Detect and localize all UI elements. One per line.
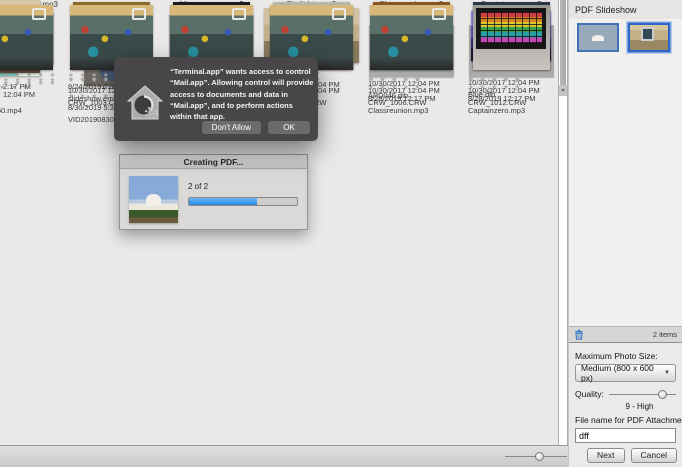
scrollbar-thumb[interactable] xyxy=(560,0,566,85)
photo-size-value: Medium (800 x 600 px) xyxy=(581,363,654,383)
star-rating[interactable]: ★ ★ ★ ★ ★ xyxy=(368,76,422,84)
quality-value: 9 - High xyxy=(625,402,654,411)
stars-row: ★ ★ ★ ★ ★ xyxy=(468,76,554,84)
media-item-image[interactable]: ★ ★ ★ ★ ★ xyxy=(361,0,461,84)
pdf-filename-input[interactable] xyxy=(575,428,676,443)
quality-slider-thumb[interactable] xyxy=(658,389,668,399)
dont-allow-button[interactable]: Don't Allow xyxy=(201,121,261,134)
image-thumbnail xyxy=(0,5,53,70)
pdf-progress-fill xyxy=(189,198,258,205)
item-meta: ★ ★ ★ ★ ★ xyxy=(368,76,454,84)
slideshow-thumbnail-area xyxy=(569,67,682,326)
automation-security-icon xyxy=(124,83,166,123)
quality-slider[interactable] xyxy=(608,389,676,399)
item-date: 10/30/2017 12:04 PM xyxy=(468,86,540,95)
item-filename: CRW_1006.CRW xyxy=(368,98,427,107)
slideshow-thumbnail-taj[interactable] xyxy=(577,23,619,52)
ok-button[interactable]: OK xyxy=(268,121,310,134)
pdf-slideshow-panel: PDF Slideshow 2 items Maximum Photo Size… xyxy=(568,0,682,467)
media-item-image[interactable]: ★ ★ ★ ★ ★ xyxy=(0,0,61,84)
slideshow-thumbnail-desk[interactable] xyxy=(628,23,670,52)
image-thumbnail xyxy=(472,5,550,70)
item-meta: ★ ★ ★ ★ ★ xyxy=(468,76,554,84)
max-photo-size-label: Maximum Photo Size: xyxy=(575,351,658,361)
scrollbar-down-icon[interactable]: ▾ xyxy=(559,85,567,96)
thumbnail-size-thumb[interactable] xyxy=(535,451,545,461)
pdf-progress-bar xyxy=(188,197,298,206)
media-item-image[interactable]: ★ ★ ★ ★ ★ xyxy=(461,0,558,84)
thumbnail-size-slider[interactable] xyxy=(505,451,567,461)
star-rating[interactable]: ★ ★ ★ ★ ★ xyxy=(468,76,522,84)
slideshow-thumbnails xyxy=(569,19,682,67)
dropdown-arrow-icon: ▼ xyxy=(664,370,670,376)
stars-row: ★ ★ ★ ★ ★ xyxy=(368,76,454,84)
item-filename: CRW_1012.CRW xyxy=(468,98,527,107)
wizard-buttons: Next Cancel xyxy=(569,443,682,467)
creating-pdf-dialog: Creating PDF... 2 of 2 xyxy=(119,154,308,230)
item-filename: Classreunion.mp3 xyxy=(368,106,429,115)
pdf-options: Maximum Photo Size: Medium (800 x 600 px… xyxy=(569,343,682,443)
star-rating[interactable]: ★ ★ ★ ★ ★ xyxy=(3,76,57,84)
status-bar xyxy=(0,445,568,467)
item-filename: Captainzero.mp3 xyxy=(468,106,526,115)
permission-dialog: “Terminal.app” wants access to control “… xyxy=(114,57,318,141)
image-thumbnail xyxy=(369,5,453,70)
cancel-button[interactable]: Cancel xyxy=(630,447,677,463)
photo-size-select[interactable]: Medium (800 x 600 px) ▼ xyxy=(575,363,676,383)
grid-scrollbar[interactable]: ▾ xyxy=(558,0,568,445)
pdf-page-preview xyxy=(129,176,178,223)
pdf-filename-label: File name for PDF Attachment: xyxy=(575,415,682,425)
quality-label: Quality: xyxy=(575,389,604,399)
creating-pdf-title: Creating PDF... xyxy=(120,155,307,169)
permission-message: “Terminal.app” wants access to control “… xyxy=(170,67,314,121)
items-count: 2 items xyxy=(652,330,677,339)
items-bar: 2 items xyxy=(569,326,682,343)
pdf-progress-count: 2 of 2 xyxy=(188,182,209,191)
organizer-window: ▶★ ★ ★ ★ ★1:1004 PM8170250.mp4▶★ ★ ★ ★ ★… xyxy=(0,0,682,467)
item-date: 10/30/2017 12:04 PM xyxy=(368,86,440,95)
next-button[interactable]: Next xyxy=(587,447,625,463)
trash-icon[interactable] xyxy=(574,329,584,340)
panel-title: PDF Slideshow xyxy=(569,0,682,19)
